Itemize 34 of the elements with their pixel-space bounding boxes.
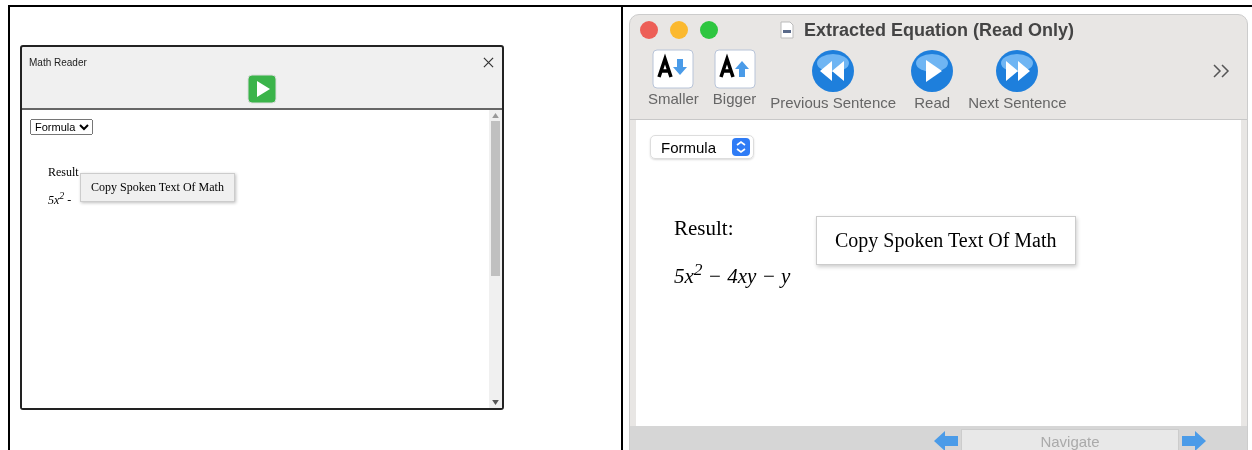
- text-bigger-icon: [713, 49, 756, 89]
- close-icon[interactable]: [483, 56, 494, 68]
- text-smaller-icon: [652, 49, 695, 89]
- mode-dropdown[interactable]: Formula: [30, 119, 93, 135]
- play-icon[interactable]: [247, 74, 277, 104]
- toolbar-button[interactable]: Read: [906, 49, 959, 111]
- result-label: Result: [48, 165, 79, 180]
- toolbar-button[interactable]: Next Sentence: [964, 49, 1071, 111]
- stepper-icon: [732, 138, 750, 156]
- scroll-up-icon[interactable]: [492, 113, 499, 118]
- more-icon[interactable]: [1211, 63, 1231, 79]
- mode-dropdown[interactable]: Formula: [650, 135, 754, 159]
- result-label: Result:: [674, 216, 734, 241]
- scrollbar[interactable]: [489, 110, 502, 408]
- toolbar-button[interactable]: Smaller: [644, 49, 703, 107]
- zoom-button[interactable]: [700, 21, 718, 39]
- close-button[interactable]: [640, 21, 658, 39]
- navigate-field[interactable]: Navigate: [961, 429, 1179, 450]
- minimize-button[interactable]: [670, 21, 688, 39]
- equation: 5x$^{2}$ − 4xy − y: [674, 259, 791, 289]
- document-icon: [780, 21, 794, 39]
- window-title: Math Reader: [29, 56, 87, 68]
- fast-forward-icon: [995, 49, 1040, 93]
- right-arrow-icon[interactable]: [1181, 430, 1207, 450]
- menu-item[interactable]: Copy Spoken Text Of Math: [817, 217, 1075, 264]
- toolbar-button[interactable]: Bigger: [708, 49, 761, 107]
- toolbar-button[interactable]: Previous Sentence: [766, 49, 901, 111]
- scroll-down-icon[interactable]: [492, 400, 499, 405]
- left-arrow-icon[interactable]: [933, 430, 959, 450]
- equation: 5x$^{2}$ -: [48, 190, 72, 208]
- menu-item[interactable]: Copy Spoken Text Of Math: [81, 174, 234, 201]
- rewind-icon: [811, 49, 856, 93]
- window-title: Extracted Equation (Read Only): [804, 19, 1075, 41]
- play-icon: [910, 49, 955, 93]
